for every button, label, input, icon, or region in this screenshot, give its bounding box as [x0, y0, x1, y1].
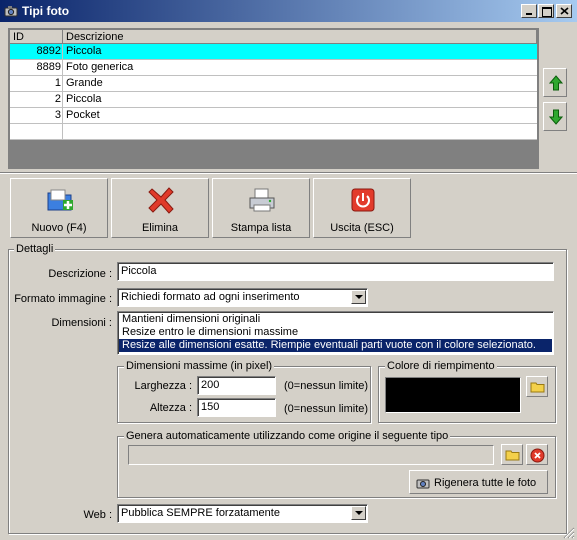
altezza-hint: (0=nessun limite): [284, 403, 369, 415]
arrow-up-icon: [549, 75, 563, 91]
pick-color-button[interactable]: [526, 376, 548, 397]
table-row[interactable]: 8892 Piccola: [10, 44, 537, 60]
move-up-button[interactable]: [543, 68, 567, 97]
cell-descrizione: Pocket: [66, 109, 100, 121]
cell-descrizione: [63, 124, 537, 139]
larghezza-label: Larghezza :: [134, 380, 192, 392]
power-icon: [351, 188, 375, 212]
cell-descrizione: Foto generica: [66, 61, 134, 73]
formato-select[interactable]: Richiedi formato ad ogni inserimento: [117, 288, 368, 307]
close-button[interactable]: [556, 4, 572, 18]
formato-value: Richiedi formato ad ogni inserimento: [121, 291, 300, 303]
web-value: Pubblica SEMPRE forzatamente: [121, 507, 280, 519]
print-button[interactable]: Stampa lista: [212, 178, 310, 238]
auto-generate-legend: Genera automaticamente utilizzando come …: [124, 430, 451, 442]
list-item[interactable]: Mantieni dimensioni originali: [119, 313, 552, 326]
cell-id: 8892: [10, 44, 63, 59]
fill-color-legend: Colore di riempimento: [385, 360, 497, 372]
title-bar[interactable]: Tipi foto: [0, 0, 577, 22]
cell-descrizione: Piccola: [66, 45, 102, 57]
column-header-descrizione[interactable]: Descrizione: [63, 30, 537, 44]
altezza-label: Altezza :: [149, 402, 192, 414]
exit-button[interactable]: Uscita (ESC): [313, 178, 411, 238]
cell-id: 1: [10, 76, 63, 91]
table-row[interactable]: 2 Piccola: [10, 92, 537, 108]
resize-grip-icon[interactable]: [563, 527, 575, 539]
close-icon: [560, 7, 569, 15]
descrizione-label: Descrizione :: [48, 268, 112, 280]
maximize-button[interactable]: [538, 4, 554, 18]
dimensioni-label: Dimensioni :: [51, 317, 112, 329]
regenerate-icon: [416, 479, 430, 489]
camera-icon: [4, 6, 18, 17]
folder-icon: [505, 450, 520, 461]
column-header-id[interactable]: ID: [10, 30, 63, 44]
descrizione-field[interactable]: Piccola: [117, 262, 554, 281]
cell-id: 8889: [10, 60, 63, 75]
print-button-label: Stampa lista: [230, 222, 292, 234]
web-select[interactable]: Pubblica SEMPRE forzatamente: [117, 504, 368, 523]
max-dimensions-legend: Dimensioni massime (in pixel): [124, 360, 275, 372]
arrow-down-icon: [549, 109, 563, 125]
chevron-down-icon[interactable]: [351, 290, 366, 304]
clear-source-button[interactable]: [526, 444, 548, 465]
exit-button-label: Uscita (ESC): [330, 222, 394, 234]
larghezza-field[interactable]: 200: [197, 376, 276, 395]
folder-icon: [530, 382, 545, 393]
separator: [0, 172, 577, 174]
printer-icon: [249, 188, 275, 212]
regenerate-button[interactable]: Rigenera tutte le foto: [409, 470, 548, 494]
window-title: Tipi foto: [22, 4, 70, 18]
cell-id: 2: [10, 92, 63, 107]
cell-descrizione: Grande: [66, 77, 103, 89]
clear-icon: [530, 448, 545, 463]
auto-source-field[interactable]: [128, 445, 494, 465]
new-folder-icon: [47, 189, 73, 211]
table-row[interactable]: [10, 124, 537, 140]
cell-id: [10, 124, 63, 139]
list-item-selected[interactable]: Resize alle dimensioni esatte. Riempie e…: [119, 339, 552, 352]
cell-id: 3: [10, 108, 63, 123]
new-button-label: Nuovo (F4): [31, 222, 87, 234]
larghezza-hint: (0=nessun limite): [284, 380, 369, 392]
formato-label: Formato immagine :: [14, 293, 112, 305]
chevron-down-icon[interactable]: [351, 506, 366, 520]
dimensioni-list[interactable]: Mantieni dimensioni originali Resize ent…: [117, 311, 554, 355]
move-down-button[interactable]: [543, 102, 567, 131]
details-legend: Dettagli: [14, 243, 56, 255]
delete-button[interactable]: Elimina: [111, 178, 209, 238]
web-label: Web :: [83, 509, 112, 521]
altezza-field[interactable]: 150: [197, 398, 276, 417]
table-row[interactable]: 8889 Foto generica: [10, 60, 537, 76]
fill-color-swatch[interactable]: [385, 377, 521, 413]
table-row[interactable]: 3 Pocket: [10, 108, 537, 124]
browse-source-button[interactable]: [501, 444, 523, 465]
list-item[interactable]: Resize entro le dimensioni massime: [119, 326, 552, 339]
table-row[interactable]: 1 Grande: [10, 76, 537, 92]
photo-types-table[interactable]: ID Descrizione 8892 Piccola 8889 Foto ge…: [8, 28, 539, 169]
delete-x-icon: [148, 187, 174, 214]
regenerate-label: Rigenera tutte le foto: [434, 477, 537, 489]
minimize-button[interactable]: [521, 4, 537, 18]
new-button[interactable]: Nuovo (F4): [10, 178, 108, 238]
cell-descrizione: Piccola: [66, 93, 102, 105]
delete-button-label: Elimina: [141, 222, 179, 234]
